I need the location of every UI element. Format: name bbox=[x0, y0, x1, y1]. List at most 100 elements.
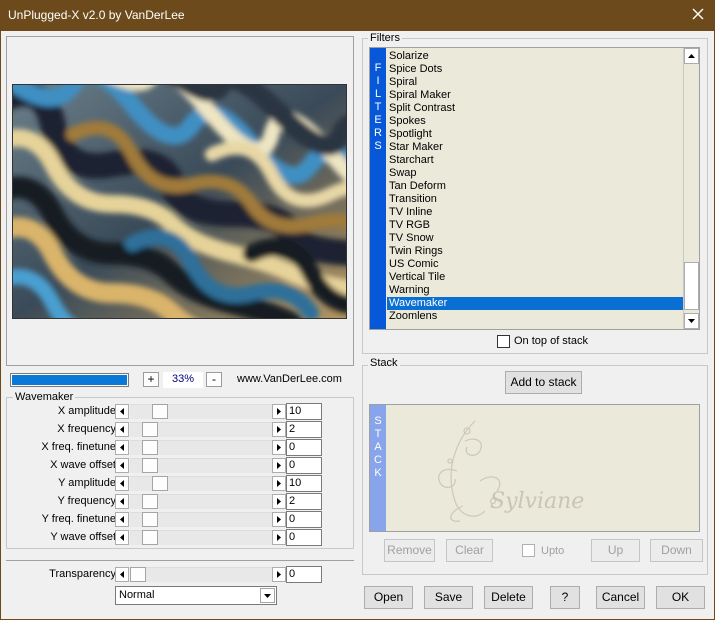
on-top-checkbox[interactable] bbox=[497, 335, 510, 348]
filter-item[interactable]: TV Snow bbox=[387, 232, 684, 245]
close-icon[interactable] bbox=[689, 5, 707, 23]
param-value[interactable]: 2 bbox=[286, 493, 322, 510]
upto-checkbox[interactable] bbox=[522, 544, 535, 557]
decrease-icon[interactable] bbox=[115, 512, 129, 527]
stack-group-label: Stack bbox=[368, 357, 400, 369]
filter-list-scrollbar[interactable] bbox=[683, 48, 699, 329]
remove-button[interactable]: Remove bbox=[384, 539, 435, 562]
increase-icon[interactable] bbox=[272, 404, 286, 419]
cancel-button[interactable]: Cancel bbox=[596, 586, 645, 609]
increase-icon[interactable] bbox=[272, 440, 286, 455]
side-letter: L bbox=[374, 88, 382, 100]
open-button[interactable]: Open bbox=[364, 586, 413, 609]
decrease-icon[interactable] bbox=[115, 494, 129, 509]
blend-mode-select[interactable]: Normal bbox=[115, 586, 277, 605]
slider-thumb[interactable] bbox=[142, 422, 158, 437]
slider-thumb[interactable] bbox=[142, 494, 158, 509]
transparency-decrease-icon[interactable] bbox=[115, 567, 129, 582]
param-row: X wave offset 0 bbox=[10, 457, 330, 474]
scroll-up-icon[interactable] bbox=[684, 48, 699, 64]
save-button[interactable]: Save bbox=[424, 586, 473, 609]
blend-mode-value: Normal bbox=[119, 589, 155, 601]
param-label: X wave offset bbox=[50, 459, 116, 471]
transparency-value[interactable]: 0 bbox=[286, 566, 322, 583]
param-value[interactable]: 0 bbox=[286, 529, 322, 546]
increase-icon[interactable] bbox=[272, 494, 286, 509]
increase-icon[interactable] bbox=[272, 530, 286, 545]
filter-item[interactable]: Split Contrast bbox=[387, 102, 684, 115]
progress-bar bbox=[10, 373, 129, 387]
transparency-thumb[interactable] bbox=[130, 567, 146, 582]
decrease-icon[interactable] bbox=[115, 440, 129, 455]
increase-icon[interactable] bbox=[272, 458, 286, 473]
filter-item[interactable]: Spokes bbox=[387, 115, 684, 128]
scroll-down-icon[interactable] bbox=[684, 313, 699, 329]
filter-item[interactable]: TV Inline bbox=[387, 206, 684, 219]
filter-item[interactable]: Tan Deform bbox=[387, 180, 684, 193]
add-to-stack-button[interactable]: Add to stack bbox=[505, 371, 582, 394]
filter-item[interactable]: Transition bbox=[387, 193, 684, 206]
zoom-in-button[interactable]: + bbox=[143, 372, 159, 387]
transparency-row: Transparency 0 bbox=[10, 566, 330, 583]
side-letter: K bbox=[374, 467, 382, 479]
zoom-out-button[interactable]: - bbox=[206, 372, 222, 387]
preview-image[interactable] bbox=[12, 84, 347, 319]
filter-list[interactable]: FILTERS Solarize Spice Dots Spiral Spiral M… bbox=[369, 47, 700, 330]
param-value[interactable]: 0 bbox=[286, 439, 322, 456]
filter-item[interactable]: Zoomlens bbox=[387, 310, 684, 323]
increase-icon[interactable] bbox=[272, 512, 286, 527]
side-letter: A bbox=[374, 441, 382, 453]
slider-thumb[interactable] bbox=[152, 404, 168, 419]
chevron-down-icon[interactable] bbox=[260, 588, 275, 603]
website-link[interactable]: www.VanDerLee.com bbox=[237, 373, 342, 385]
slider-thumb[interactable] bbox=[142, 458, 158, 473]
decrease-icon[interactable] bbox=[115, 458, 129, 473]
transparency-label: Transparency bbox=[49, 568, 116, 580]
down-button[interactable]: Down bbox=[650, 539, 703, 562]
slider-thumb[interactable] bbox=[142, 512, 158, 527]
filter-item[interactable]: US Comic bbox=[387, 258, 684, 271]
decrease-icon[interactable] bbox=[115, 422, 129, 437]
up-button[interactable]: Up bbox=[591, 539, 640, 562]
filters-side-bar: FILTERS bbox=[370, 48, 386, 329]
side-letter: C bbox=[374, 454, 382, 466]
transparency-increase-icon[interactable] bbox=[272, 567, 286, 582]
increase-icon[interactable] bbox=[272, 476, 286, 491]
filter-item[interactable]: Twin Rings bbox=[387, 245, 684, 258]
filter-item[interactable]: Starchart bbox=[387, 154, 684, 167]
filter-item[interactable]: Star Maker bbox=[387, 141, 684, 154]
transparency-track[interactable] bbox=[130, 567, 272, 582]
filter-item[interactable]: Spiral bbox=[387, 76, 684, 89]
filter-item[interactable]: Wavemaker bbox=[387, 297, 684, 310]
param-value[interactable]: 10 bbox=[286, 475, 322, 492]
param-value[interactable]: 10 bbox=[286, 403, 322, 420]
param-value[interactable]: 2 bbox=[286, 421, 322, 438]
slider-thumb[interactable] bbox=[142, 530, 158, 545]
scroll-thumb[interactable] bbox=[684, 262, 699, 310]
param-row: X frequency 2 bbox=[10, 421, 330, 438]
filter-item[interactable]: Spotlight bbox=[387, 128, 684, 141]
clear-button[interactable]: Clear bbox=[446, 539, 493, 562]
filter-item[interactable]: Warning bbox=[387, 284, 684, 297]
filter-item[interactable]: Spiral Maker bbox=[387, 89, 684, 102]
slider-thumb[interactable] bbox=[152, 476, 168, 491]
stack-list[interactable]: STACK Sylviane bbox=[369, 404, 700, 532]
param-value[interactable]: 0 bbox=[286, 511, 322, 528]
side-letter: R bbox=[374, 127, 382, 139]
ok-button[interactable]: OK bbox=[656, 586, 705, 609]
delete-button[interactable]: Delete bbox=[484, 586, 533, 609]
decrease-icon[interactable] bbox=[115, 404, 129, 419]
filter-item[interactable]: TV RGB bbox=[387, 219, 684, 232]
decrease-icon[interactable] bbox=[115, 530, 129, 545]
window-title: UnPlugged-X v2.0 by VanDerLee bbox=[8, 8, 185, 22]
filter-item[interactable]: Vertical Tile bbox=[387, 271, 684, 284]
filter-item[interactable]: Solarize bbox=[387, 50, 684, 63]
param-value[interactable]: 0 bbox=[286, 457, 322, 474]
filter-item[interactable]: Spice Dots bbox=[387, 63, 684, 76]
side-letter: E bbox=[374, 114, 382, 126]
decrease-icon[interactable] bbox=[115, 476, 129, 491]
filter-item[interactable]: Swap bbox=[387, 167, 684, 180]
increase-icon[interactable] bbox=[272, 422, 286, 437]
slider-thumb[interactable] bbox=[142, 440, 158, 455]
help-button[interactable]: ? bbox=[550, 586, 580, 609]
